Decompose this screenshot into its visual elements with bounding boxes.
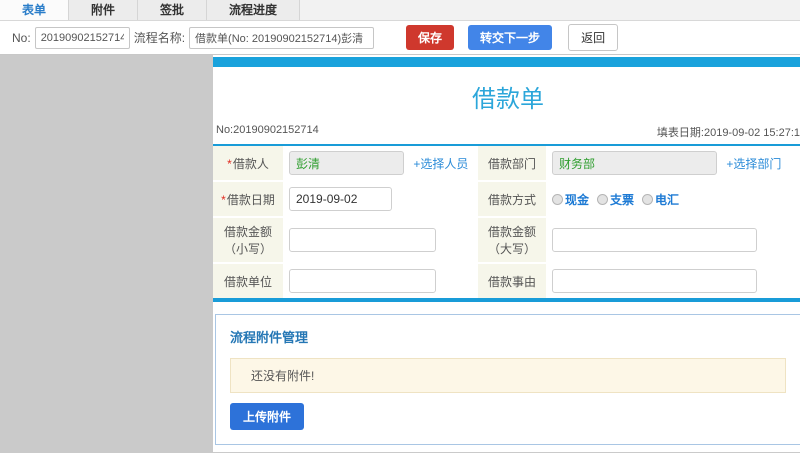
department-label-cell: 借款部门 [478, 146, 546, 182]
amount-upper-input[interactable] [552, 228, 757, 252]
document-number: No:20190902152714 [216, 124, 319, 136]
amount-upper-label-cell: 借款金额（大写） [478, 217, 546, 264]
borrower-label-cell: *借款人 [213, 146, 283, 182]
radio-cash[interactable]: 现金 [552, 191, 589, 208]
borrower-field-cell: +选择人员 [283, 146, 478, 182]
loan-form-table: *借款人 +选择人员 借款部门 +选择部门 *借款日期 [213, 146, 800, 302]
form-panel: 借款单 No:20190902152714 填表日期:2019-09-02 15… [213, 55, 800, 452]
amount-lower-input[interactable] [289, 228, 436, 252]
tab-progress[interactable]: 流程进度 [207, 0, 301, 20]
pick-person-link[interactable]: +选择人员 [413, 157, 468, 171]
radio-icon [552, 193, 563, 205]
radio-wire[interactable]: 电汇 [642, 191, 679, 208]
loan-date-field-cell [283, 181, 478, 218]
loan-unit-label-cell: 借款单位 [213, 263, 283, 301]
pick-department-link[interactable]: +选择部门 [726, 157, 781, 171]
tab-attachments[interactable]: 附件 [69, 0, 139, 20]
flow-name-input[interactable] [189, 26, 375, 49]
amount-lower-field-cell [283, 217, 478, 264]
save-button[interactable]: 保存 [406, 25, 455, 50]
loan-reason-input[interactable] [552, 269, 757, 293]
table-row: *借款日期 借款方式 现金 支票 [213, 181, 800, 218]
amount-upper-field-cell [546, 217, 800, 264]
panel-top-bar [213, 57, 800, 67]
fill-date: 填表日期:2019-09-02 15:27:1 [656, 127, 800, 139]
document-title: 借款单 [472, 86, 544, 113]
tab-approval[interactable]: 签批 [138, 0, 208, 20]
amount-lower-label-cell: 借款金额（小写） [213, 217, 283, 264]
radio-icon [642, 193, 654, 205]
upload-attachment-button[interactable]: 上传附件 [230, 403, 305, 430]
top-chrome: 表单 附件 签批 流程进度 No: 流程名称: 保存 转交下一步 返回 [0, 0, 800, 55]
borrower-input[interactable] [289, 151, 404, 175]
loan-reason-field-cell [546, 263, 800, 301]
no-input[interactable] [34, 26, 130, 49]
radio-cheque[interactable]: 支票 [597, 191, 634, 208]
loan-unit-field-cell [283, 263, 478, 301]
loan-method-label-cell: 借款方式 [478, 181, 546, 218]
tab-form[interactable]: 表单 [0, 0, 70, 20]
next-step-button[interactable]: 转交下一步 [468, 25, 553, 50]
table-row: 借款单位 借款事由 [213, 263, 800, 301]
toolbar: No: 流程名称: 保存 转交下一步 返回 [0, 21, 800, 55]
back-button[interactable]: 返回 [568, 24, 619, 51]
required-mark: * [227, 156, 232, 171]
no-label: No: [12, 30, 31, 45]
table-row: *借款人 +选择人员 借款部门 +选择部门 [213, 146, 800, 182]
radio-icon [597, 193, 609, 205]
required-mark: * [221, 192, 226, 207]
department-input[interactable] [552, 151, 717, 175]
table-row: 借款金额（小写） 借款金额（大写） [213, 217, 800, 264]
flow-name-label: 流程名称: [133, 31, 186, 45]
tab-bar: 表单 附件 签批 流程进度 [0, 0, 800, 21]
attachments-empty-message: 还没有附件! [230, 358, 786, 393]
attachments-section-title: 流程附件管理 [230, 330, 309, 345]
loan-date-input[interactable] [289, 187, 392, 211]
loan-reason-label-cell: 借款事由 [478, 263, 546, 301]
loan-date-label-cell: *借款日期 [213, 181, 283, 218]
loan-method-field-cell: 现金 支票 电汇 [546, 181, 800, 218]
document-subheader: No:20190902152714 填表日期:2019-09-02 15:27:… [213, 122, 800, 146]
content-area: 借款单 No:20190902152714 填表日期:2019-09-02 15… [0, 55, 800, 452]
department-field-cell: +选择部门 [546, 146, 800, 182]
loan-unit-input[interactable] [289, 269, 436, 293]
attachments-section: 流程附件管理 还没有附件! 上传附件 [215, 314, 800, 445]
